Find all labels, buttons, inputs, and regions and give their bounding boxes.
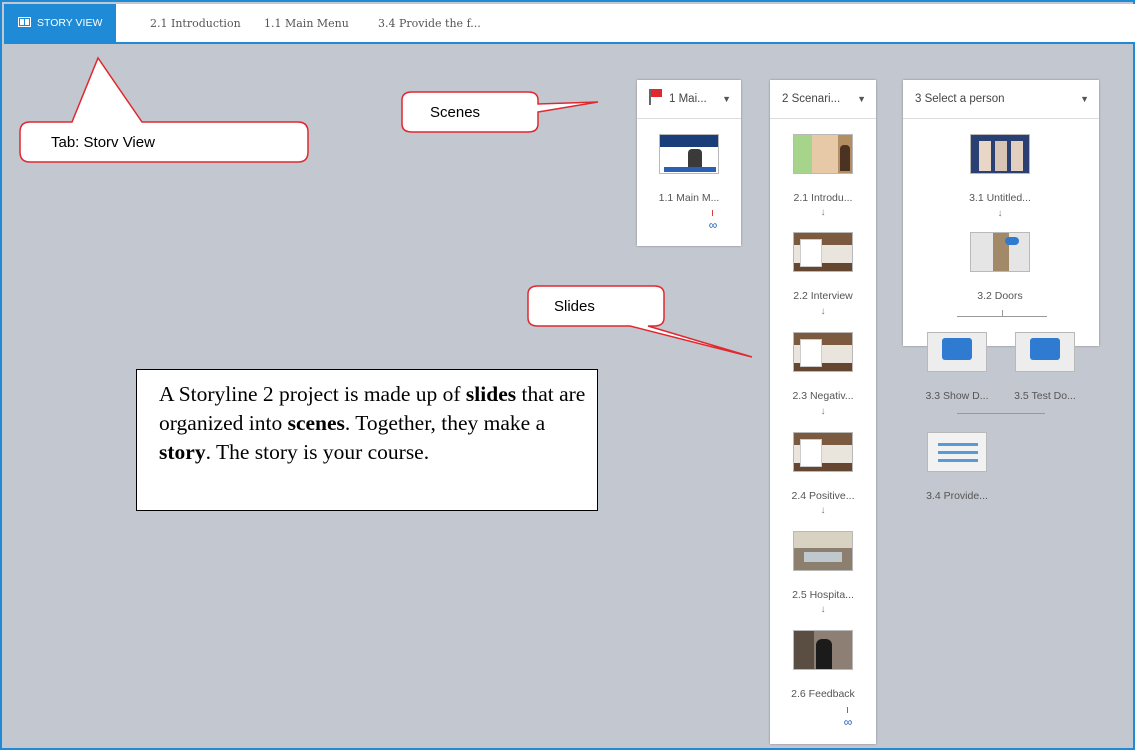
slide-label: 2.3 Negativ... <box>792 390 854 402</box>
slide-thumbnail <box>793 432 853 472</box>
tab-bar: STORY VIEW 2.1 Introduction 1.1 Main Men… <box>4 4 1135 44</box>
slide-thumbnail <box>659 134 719 174</box>
slide-thumbnail <box>1015 332 1075 372</box>
branch-line <box>957 316 1047 317</box>
arrow-down-icon: ↓ <box>820 207 826 218</box>
scene-3-title: 3 Select a person <box>915 93 1005 105</box>
scene-2-header[interactable]: 2 Scenari... ▼ <box>770 80 876 119</box>
description-keyword: story <box>159 440 206 464</box>
callout-scenes: Scenes <box>430 104 481 121</box>
slide-3-5[interactable]: 3.5 Test Do... <box>995 332 1095 402</box>
story-view-icon <box>18 17 31 27</box>
link-stem <box>847 707 848 713</box>
slide-thumbnail <box>927 332 987 372</box>
slide-thumbnail <box>793 332 853 372</box>
branch-line <box>957 413 1045 414</box>
slide-label: 2.4 Positive... <box>791 490 855 502</box>
arrow-down-icon: ↓ <box>820 604 826 615</box>
slide-thumbnail <box>793 531 853 571</box>
slide-3-2[interactable]: 3.2 Doors <box>950 232 1050 302</box>
arrow-down-icon: ↓ <box>820 505 826 516</box>
arrow-down-icon: ↓ <box>820 306 826 317</box>
scene-1-card[interactable]: 1 Mai... ▼ 1.1 Main M... ∞ <box>637 80 741 246</box>
link-icon[interactable]: ∞ <box>840 715 856 729</box>
slide-3-1[interactable]: 3.1 Untitled... <box>950 134 1050 204</box>
link-stem <box>712 210 713 216</box>
slide-thumbnail <box>793 134 853 174</box>
slide-label: 3.4 Provide... <box>926 490 988 502</box>
description-keyword: slides <box>465 382 517 406</box>
tab-3-4-provide[interactable]: 3.4 Provide the f... <box>378 12 481 36</box>
slide-3-3[interactable]: 3.3 Show D... <box>907 332 1007 402</box>
chevron-down-icon[interactable]: ▼ <box>857 80 866 118</box>
tab-1-1-main-menu[interactable]: 1.1 Main Menu <box>264 12 349 36</box>
slide-label: 3.1 Untitled... <box>969 192 1031 204</box>
slide-2-2[interactable]: 2.2 Interview <box>773 232 873 302</box>
slide-thumbnail <box>793 630 853 670</box>
flag-icon <box>649 89 663 105</box>
description-keyword: scenes <box>287 411 345 435</box>
slide-2-3[interactable]: 2.3 Negativ... <box>773 332 873 402</box>
slide-label: 3.3 Show D... <box>925 390 989 402</box>
slide-label: 2.6 Feedback <box>791 688 855 700</box>
scene-2-title: 2 Scenari... <box>782 93 841 105</box>
slide-label: 2.5 Hospita... <box>792 589 854 601</box>
description-box: A Storyline 2 project is made up of slid… <box>136 369 598 511</box>
description-text: . The story is your course. <box>205 440 430 464</box>
tab-label: STORY VIEW <box>37 17 103 29</box>
arrow-down-icon: ↓ <box>997 208 1003 219</box>
description-text: A Storyline 2 project is made up of <box>159 382 466 406</box>
slide-label: 1.1 Main M... <box>658 192 720 204</box>
slide-label: 3.2 Doors <box>977 290 1023 302</box>
scene-3-header[interactable]: 3 Select a person ▼ <box>903 80 1099 119</box>
slide-3-4[interactable]: 3.4 Provide... <box>907 432 1007 502</box>
tab-2-1-introduction[interactable]: 2.1 Introduction <box>150 12 241 36</box>
arrow-down-icon: ↓ <box>820 406 826 417</box>
slide-2-1[interactable]: 2.1 Introdu... <box>773 134 873 204</box>
slide-1-1[interactable]: 1.1 Main M... <box>639 134 739 204</box>
slide-2-5[interactable]: 2.5 Hospita... <box>773 531 873 601</box>
scene-2-card[interactable]: 2 Scenari... ▼ 2.1 Introdu... ↓ 2.2 Inte… <box>770 80 876 744</box>
chevron-down-icon[interactable]: ▼ <box>722 80 731 118</box>
slide-label: 2.1 Introdu... <box>793 192 853 204</box>
slide-2-6[interactable]: 2.6 Feedback <box>773 630 873 700</box>
tab-story-view[interactable]: STORY VIEW <box>4 4 117 42</box>
callout-slides: Slides <box>554 298 595 315</box>
description-text: . Together, they make a <box>344 411 546 435</box>
chevron-down-icon[interactable]: ▼ <box>1080 80 1089 118</box>
slide-thumbnail <box>793 232 853 272</box>
scene-1-header[interactable]: 1 Mai... ▼ <box>637 80 741 119</box>
link-icon[interactable]: ∞ <box>705 218 721 232</box>
slide-thumbnail <box>970 134 1030 174</box>
callout-story-view: Tab: Storv View <box>51 134 155 151</box>
slide-thumbnail <box>970 232 1030 272</box>
scene-1-title: 1 Mai... <box>669 93 707 105</box>
slide-label: 3.5 Test Do... <box>1014 390 1076 402</box>
slide-2-4[interactable]: 2.4 Positive... <box>773 432 873 502</box>
scene-3-card[interactable]: 3 Select a person ▼ 3.1 Untitled... ↓ 3.… <box>903 80 1099 502</box>
slide-thumbnail <box>927 432 987 472</box>
slide-label: 2.2 Interview <box>793 290 853 302</box>
branch-line <box>1002 310 1003 316</box>
